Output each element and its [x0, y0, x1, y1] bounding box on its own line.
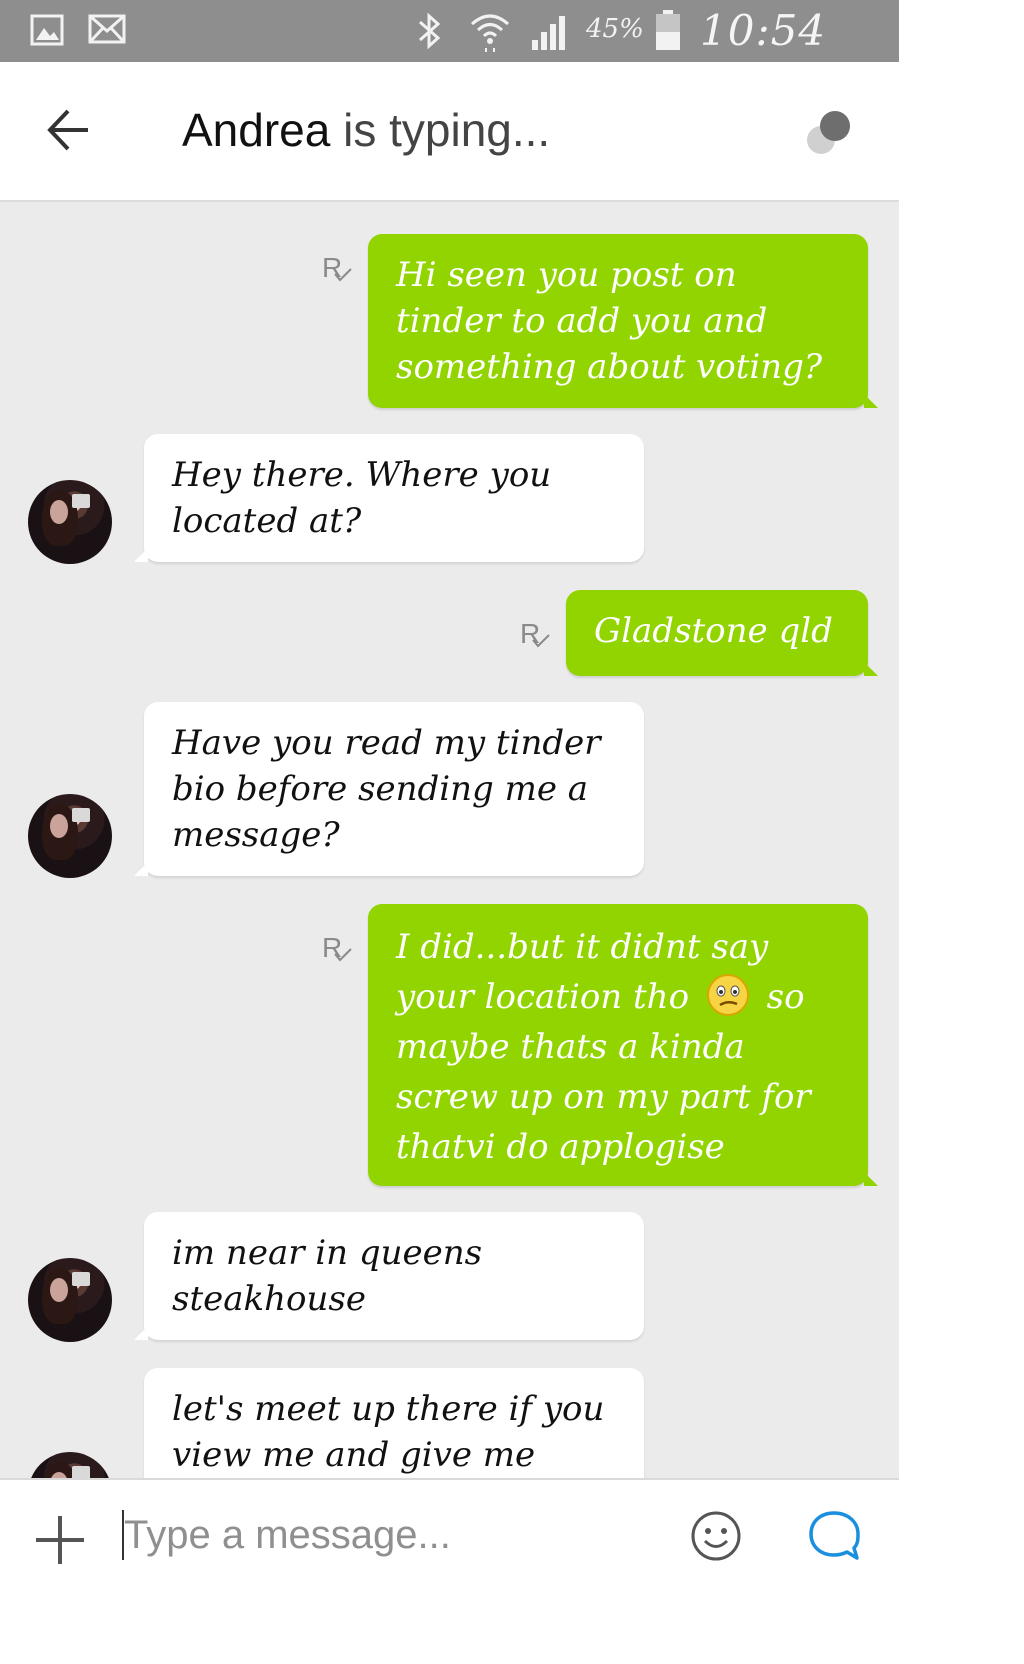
message-list[interactable]: R Hi seen you post on tinder to add you … [0, 202, 899, 1478]
incoming-message[interactable]: let's meet up there if you view me and g… [144, 1368, 644, 1478]
plus-icon[interactable] [34, 1514, 86, 1566]
gallery-icon [30, 14, 64, 46]
signal-icon [532, 16, 565, 50]
avatar[interactable] [28, 1258, 112, 1342]
read-receipt-icon: R [518, 618, 554, 654]
read-receipt-icon: R [320, 252, 356, 288]
message-composer [0, 1478, 899, 1664]
contact-name[interactable]: Andrea [182, 104, 330, 156]
avatar[interactable] [28, 1452, 112, 1478]
presence-dots-icon[interactable] [802, 106, 856, 160]
incoming-message[interactable]: Hey there. Where you located at? [134, 434, 644, 562]
smiley-icon[interactable] [690, 1510, 742, 1562]
typing-status: is typing... [330, 104, 551, 156]
mail-icon [88, 14, 126, 44]
avatar[interactable] [28, 480, 112, 564]
outgoing-message[interactable]: Gladstone qld [566, 590, 878, 676]
battery-icon [656, 10, 680, 50]
outgoing-message[interactable]: Hi seen you post on tinder to add you an… [368, 234, 878, 408]
chat-header: Andrea is typing... [0, 62, 899, 202]
read-receipt-icon: R [320, 932, 356, 968]
conversation-title: Andrea is typing... [182, 102, 550, 158]
confused-face-emoji [706, 974, 749, 1016]
status-bar: 45% 10:54 pm [0, 0, 899, 104]
battery-percent: 45% [586, 14, 644, 44]
chat-screen: 45% 10:54 pm Andrea is typing... R Hi se… [0, 0, 899, 1664]
incoming-message[interactable]: im near in queens steakhouse [134, 1212, 644, 1340]
message-input[interactable] [124, 1506, 644, 1564]
arrow-left-icon[interactable] [44, 107, 92, 153]
avatar[interactable] [28, 794, 112, 878]
bluetooth-icon [419, 12, 441, 50]
wifi-icon [471, 14, 509, 52]
send-chat-icon[interactable] [806, 1508, 862, 1564]
incoming-message[interactable]: Have you read my tinder bio before sendi… [134, 702, 644, 876]
outgoing-message[interactable]: I did...but it didnt say your location t… [368, 904, 878, 1186]
